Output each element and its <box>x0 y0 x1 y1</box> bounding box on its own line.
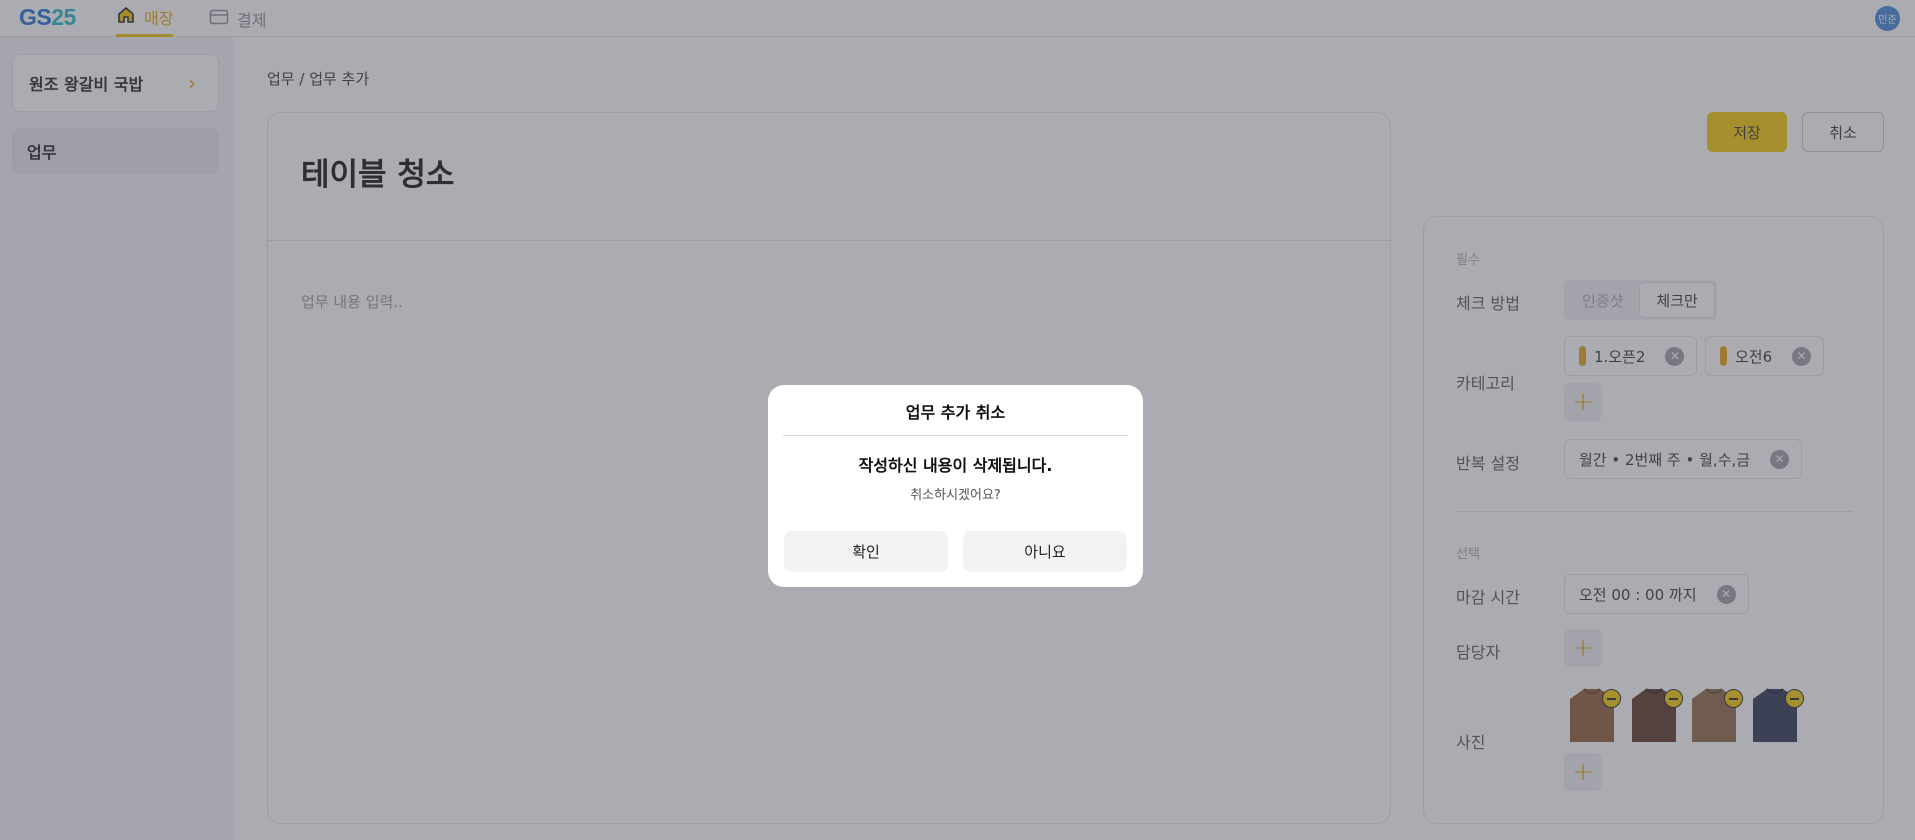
confirm-button[interactable]: 확인 <box>784 531 948 572</box>
cancel-confirm-dialog: 업무 추가 취소 작성하신 내용이 삭제됩니다. 취소하시겠어요? 확인 아니요 <box>768 385 1143 587</box>
dialog-divider <box>783 435 1128 436</box>
dialog-message: 작성하신 내용이 삭제됩니다. <box>858 456 1053 475</box>
dialog-title: 업무 추가 취소 <box>905 403 1006 422</box>
dialog-sub-message: 취소하시겠어요? <box>910 488 1001 503</box>
deny-button[interactable]: 아니요 <box>963 531 1127 572</box>
